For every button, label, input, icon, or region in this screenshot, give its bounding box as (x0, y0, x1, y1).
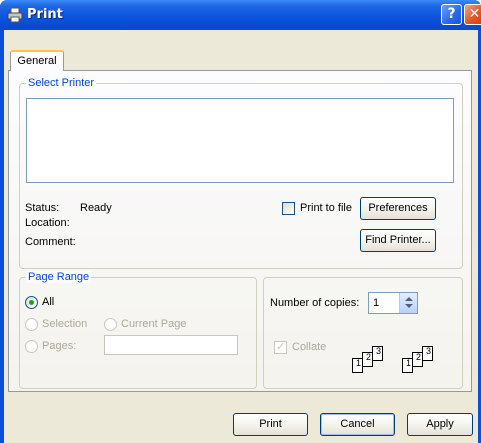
find-printer-button[interactable]: Find Printer... (360, 229, 436, 252)
printer-list[interactable] (26, 98, 454, 183)
title-bar[interactable]: Print ? ✕ (0, 0, 481, 30)
print-to-file-label[interactable]: Print to file (300, 202, 352, 214)
radio-selected-dot (29, 300, 34, 305)
print-dialog-window: Print ? ✕ General Select Printer Status:… (0, 0, 481, 443)
window-title: Print (27, 7, 63, 22)
copies-value: 1 (373, 297, 380, 309)
number-of-copies-label: Number of copies: (270, 297, 360, 309)
help-button[interactable]: ? (441, 4, 462, 25)
preferences-button[interactable]: Preferences (360, 197, 436, 220)
checkmark-icon: ✓ (276, 341, 286, 353)
selection-radio[interactable] (25, 318, 38, 331)
copies-stepper[interactable]: 1 (368, 292, 418, 314)
page-range-label: Page Range (26, 271, 92, 283)
cancel-button[interactable]: Cancel (320, 413, 395, 436)
pages-radio[interactable] (25, 340, 38, 353)
all-radio[interactable] (25, 296, 38, 309)
status-value: Ready (80, 202, 112, 214)
collate-page-3: 3 (372, 346, 383, 361)
general-tab-panel: Select Printer Status: Ready Location: C… (8, 70, 472, 392)
select-printer-group: Select Printer Status: Ready Location: C… (19, 77, 463, 269)
dialog-client-area: General Select Printer Status: Ready Loc… (4, 30, 478, 443)
page-range-group: Page Range All Selection Current Page Pa… (19, 271, 257, 389)
location-label: Location: (25, 217, 70, 229)
apply-button[interactable]: Apply (407, 413, 473, 436)
print-button[interactable]: Print (233, 413, 308, 436)
print-to-file-text: Print to file (300, 202, 352, 214)
spin-down-icon[interactable] (405, 304, 413, 308)
close-button[interactable]: ✕ (464, 4, 481, 25)
spin-up-icon[interactable] (405, 297, 413, 301)
selection-label[interactable]: Selection (42, 318, 87, 330)
printer-icon (7, 7, 23, 23)
collate-page-3b: 3 (422, 346, 433, 361)
collate-illustration: 1 2 3 1 2 3 (350, 346, 450, 376)
copies-group: Number of copies: 1 ✓ Collate 1 2 3 1 2 (263, 277, 463, 389)
pages-label[interactable]: Pages: (42, 340, 76, 352)
tab-general[interactable]: General (10, 50, 64, 71)
current-page-label[interactable]: Current Page (121, 318, 186, 330)
collate-checkbox[interactable]: ✓ (274, 341, 287, 354)
pages-input[interactable] (104, 335, 238, 355)
all-label[interactable]: All (42, 296, 54, 308)
print-to-file-checkbox[interactable] (282, 202, 295, 215)
status-label: Status: (25, 202, 60, 214)
comment-label: Comment: (25, 236, 76, 248)
select-printer-label: Select Printer (26, 77, 97, 89)
copies-spin-buttons[interactable] (399, 293, 417, 313)
collate-label[interactable]: Collate (292, 341, 326, 353)
current-page-radio[interactable] (104, 318, 117, 331)
